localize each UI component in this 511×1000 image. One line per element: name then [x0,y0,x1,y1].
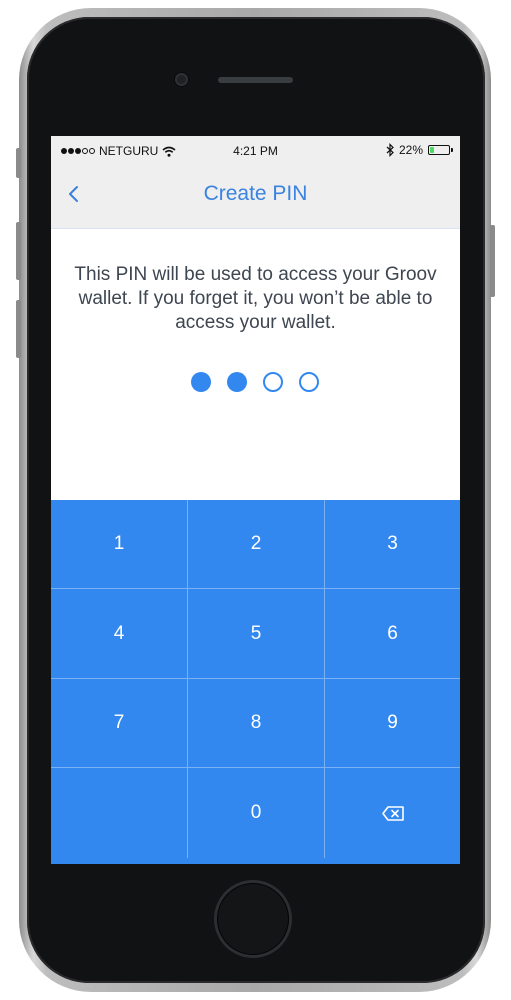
key-3[interactable]: 3 [325,500,460,589]
key-5[interactable]: 5 [188,589,325,679]
mute-switch [16,148,21,178]
numeric-keypad: 1 2 3 4 5 6 7 8 9 0 [51,500,460,864]
bluetooth-icon [386,143,394,157]
pin-dot-empty [299,372,319,392]
key-label: 4 [113,622,125,644]
key-8[interactable]: 8 [188,679,325,768]
key-label: 7 [113,712,125,733]
home-button[interactable] [217,883,289,955]
earpiece-speaker [218,77,293,83]
battery-level [430,147,434,153]
pin-dot-empty [263,372,283,392]
key-1[interactable]: 1 [51,500,188,589]
front-camera [175,73,188,86]
key-label: 8 [250,712,262,733]
pin-indicator [191,372,319,392]
key-label: 9 [387,712,398,733]
key-9[interactable]: 9 [325,679,460,768]
battery-tip [451,148,453,152]
key-label: 3 [387,533,398,554]
status-bar: NETGURU 4:21 PM 22% [51,136,460,166]
status-right: 22% [386,143,453,157]
pin-dot-filled [191,372,211,392]
backspace-icon [381,805,404,821]
pin-instructions: This PIN will be used to access your Gro… [74,264,437,333]
key-label: 1 [113,533,125,554]
key-label: 5 [250,622,262,644]
key-2[interactable]: 2 [188,500,325,589]
key-label: 0 [250,802,262,823]
key-0[interactable]: 0 [188,768,325,858]
battery-percent: 22% [398,143,423,157]
navigation-bar: Create PIN [51,166,460,229]
power-button [490,225,495,297]
app-screen: NETGURU 4:21 PM 22% Create PIN This PIN … [51,136,460,864]
volume-up-button [16,222,21,280]
page-title: Create PIN [203,182,308,205]
key-4[interactable]: 4 [51,589,188,679]
keypad-empty-cell [51,768,188,858]
key-label: 2 [250,533,262,554]
battery-icon [428,145,453,155]
key-7[interactable]: 7 [51,679,188,768]
key-label: 6 [387,622,398,644]
pin-dot-filled [227,372,247,392]
volume-down-button [16,300,21,358]
key-6[interactable]: 6 [325,589,460,679]
delete-key[interactable] [325,768,460,858]
